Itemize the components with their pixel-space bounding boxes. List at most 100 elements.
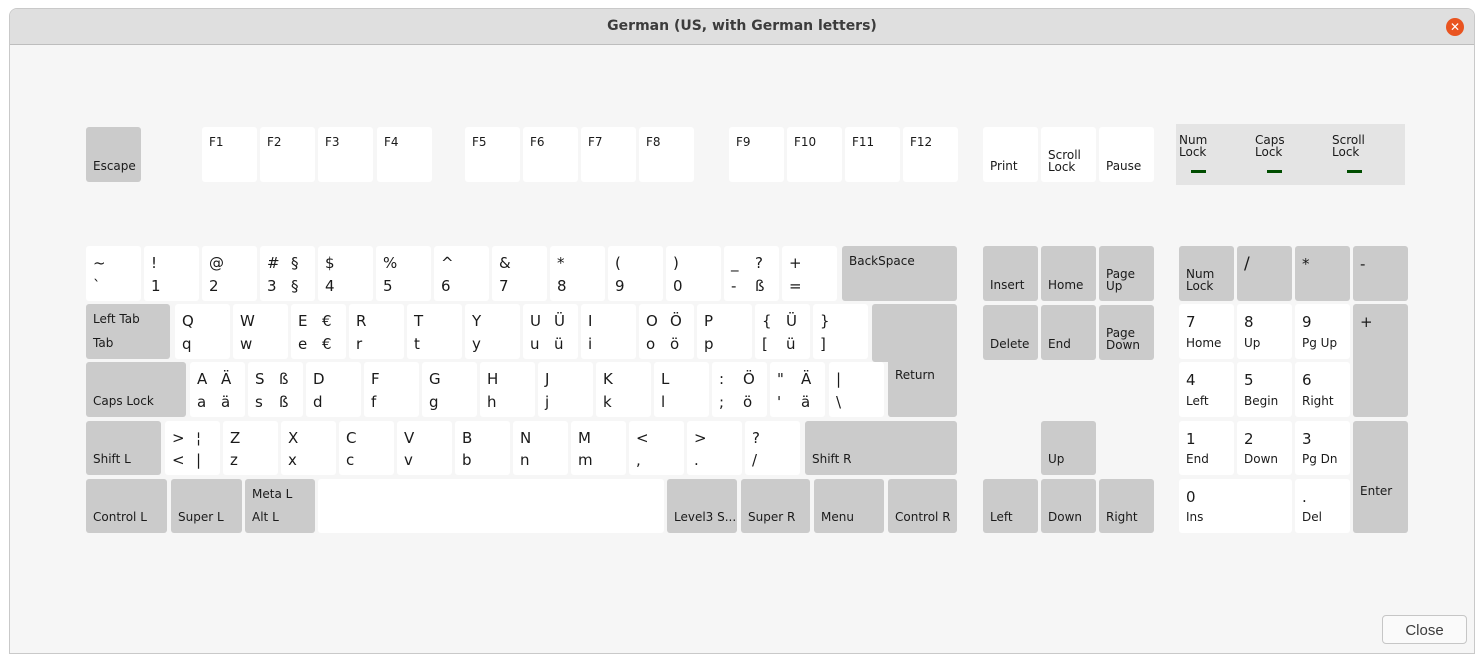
key-kp-9[interactable]: 0 Ins [1179, 479, 1292, 533]
key-f4[interactable]: F4 [377, 127, 432, 182]
key-down[interactable]: Down [1041, 479, 1096, 533]
key-home-4[interactable]: Gg [422, 362, 477, 417]
key-kp-8[interactable]: 3 Pg Dn [1295, 421, 1350, 475]
key-kp-3[interactable]: 4 Left [1179, 362, 1234, 417]
key-menu[interactable]: Menu [814, 479, 884, 533]
key-number-12[interactable]: + = [782, 246, 837, 301]
key-qwerty-1[interactable]: Ww [233, 304, 288, 359]
key-bottom-7[interactable]: Mm [571, 421, 626, 475]
key-home-7[interactable]: Kk [596, 362, 651, 417]
key-bottom-0[interactable]: > < ¦ | [165, 421, 220, 475]
key-kp-5[interactable]: 6 Right [1295, 362, 1350, 417]
key-caps-lock[interactable]: Caps Lock [86, 362, 186, 417]
key-shift-right[interactable]: Shift R [805, 421, 957, 475]
key-qwerty-2[interactable]: Ee € € [291, 304, 346, 359]
key-control-left[interactable]: Control L [86, 479, 167, 533]
key-bottom-9[interactable]: >. [687, 421, 742, 475]
key-bottom-6[interactable]: Nn [513, 421, 568, 475]
key-number-1[interactable]: ! 1 [144, 246, 199, 301]
key-f6[interactable]: F6 [523, 127, 578, 182]
key-home-0[interactable]: AaÄä [190, 362, 245, 417]
key-qwerty-0[interactable]: Qq [175, 304, 230, 359]
key-kp-1[interactable]: 8 Up [1237, 304, 1292, 359]
key-shift-left[interactable]: Shift L [86, 421, 161, 475]
key-f11[interactable]: F11 [845, 127, 900, 182]
key-number-3[interactable]: #3 § § [260, 246, 315, 301]
key-number-8[interactable]: * 8 [550, 246, 605, 301]
key-bottom-8[interactable]: <, [629, 421, 684, 475]
key-qwerty-8[interactable]: OoÖö [639, 304, 694, 359]
key-kp-7[interactable]: 2 Down [1237, 421, 1292, 475]
key-backspace[interactable]: BackSpace [842, 246, 957, 301]
key-level3-shift[interactable]: Level3 S... [667, 479, 737, 533]
key-f2[interactable]: F2 [260, 127, 315, 182]
key-escape[interactable]: Escape [86, 127, 141, 182]
key-f9[interactable]: F9 [729, 127, 784, 182]
key-qwerty-4[interactable]: Tt [407, 304, 462, 359]
key-home-3[interactable]: Ff [364, 362, 419, 417]
key-return-upper[interactable] [872, 304, 957, 362]
key-bottom-3[interactable]: Cc [339, 421, 394, 475]
key-home-11[interactable]: | \ [829, 362, 884, 417]
key-up[interactable]: Up [1041, 421, 1096, 475]
key-qwerty-6[interactable]: UuÜü [523, 304, 578, 359]
key-insert[interactable]: Insert [983, 246, 1038, 301]
key-space[interactable] [318, 479, 664, 533]
key-f10[interactable]: F10 [787, 127, 842, 182]
key-number-7[interactable]: & 7 [492, 246, 547, 301]
key-delete[interactable]: Delete [983, 305, 1038, 360]
key-number-11[interactable]: _ -? ß [724, 246, 779, 301]
key-right[interactable]: Right [1099, 479, 1154, 533]
key-page-down[interactable]: Page Down [1099, 305, 1154, 360]
key-qwerty-7[interactable]: Ii [581, 304, 636, 359]
key-kp-0[interactable]: 7 Home [1179, 304, 1234, 359]
key-scroll-lock[interactable]: Scroll Lock [1041, 127, 1096, 182]
key-page-up[interactable]: Page Up [1099, 246, 1154, 301]
key-qwerty-10[interactable]: {[Üü [755, 304, 810, 359]
key-num-lock[interactable]: Num Lock [1179, 246, 1234, 301]
key-kp-multiply[interactable]: * [1295, 246, 1350, 301]
key-bottom-1[interactable]: Zz [223, 421, 278, 475]
key-number-4[interactable]: $4 [318, 246, 373, 301]
key-kp-2[interactable]: 9 Pg Up [1295, 304, 1350, 359]
key-home[interactable]: Home [1041, 246, 1096, 301]
key-super-right[interactable]: Super R [741, 479, 810, 533]
key-f8[interactable]: F8 [639, 127, 694, 182]
key-kp-10[interactable]: . Del [1295, 479, 1350, 533]
key-pause[interactable]: Pause [1099, 127, 1154, 182]
key-f7[interactable]: F7 [581, 127, 636, 182]
key-number-2[interactable]: @2 [202, 246, 257, 301]
key-print[interactable]: Print [983, 127, 1038, 182]
key-kp-enter[interactable]: Enter [1353, 421, 1408, 533]
key-bottom-5[interactable]: Bb [455, 421, 510, 475]
key-f1[interactable]: F1 [202, 127, 257, 182]
key-alt-left[interactable]: Meta L Alt L [245, 479, 315, 533]
key-f3[interactable]: F3 [318, 127, 373, 182]
key-home-2[interactable]: Dd [306, 362, 361, 417]
key-control-right[interactable]: Control R [888, 479, 957, 533]
key-qwerty-5[interactable]: Yy [465, 304, 520, 359]
key-return-lower[interactable] [888, 356, 957, 417]
key-home-1[interactable]: Ssßß [248, 362, 303, 417]
key-home-5[interactable]: Hh [480, 362, 535, 417]
key-super-left[interactable]: Super L [171, 479, 242, 533]
key-qwerty-9[interactable]: Pp [697, 304, 752, 359]
key-number-6[interactable]: ^ 6 [434, 246, 489, 301]
key-number-10[interactable]: ) 0 [666, 246, 721, 301]
key-kp-4[interactable]: 5 Begin [1237, 362, 1292, 417]
key-number-0[interactable]: ~ ` [86, 246, 141, 301]
key-bottom-2[interactable]: Xx [281, 421, 336, 475]
key-home-8[interactable]: Ll [654, 362, 709, 417]
key-qwerty-3[interactable]: Rr [349, 304, 404, 359]
key-qwerty-11[interactable]: }] [813, 304, 868, 359]
key-home-6[interactable]: Jj [538, 362, 593, 417]
key-end[interactable]: End [1041, 305, 1096, 360]
key-number-5[interactable]: % 5 [376, 246, 431, 301]
key-kp-plus[interactable]: + [1353, 304, 1408, 417]
key-home-9[interactable]: :; Öö [712, 362, 767, 417]
key-left[interactable]: Left [983, 479, 1038, 533]
key-f12[interactable]: F12 [903, 127, 958, 182]
key-kp-divide[interactable]: / [1237, 246, 1292, 301]
key-home-10[interactable]: " ' Ää [770, 362, 825, 417]
key-f5[interactable]: F5 [465, 127, 520, 182]
